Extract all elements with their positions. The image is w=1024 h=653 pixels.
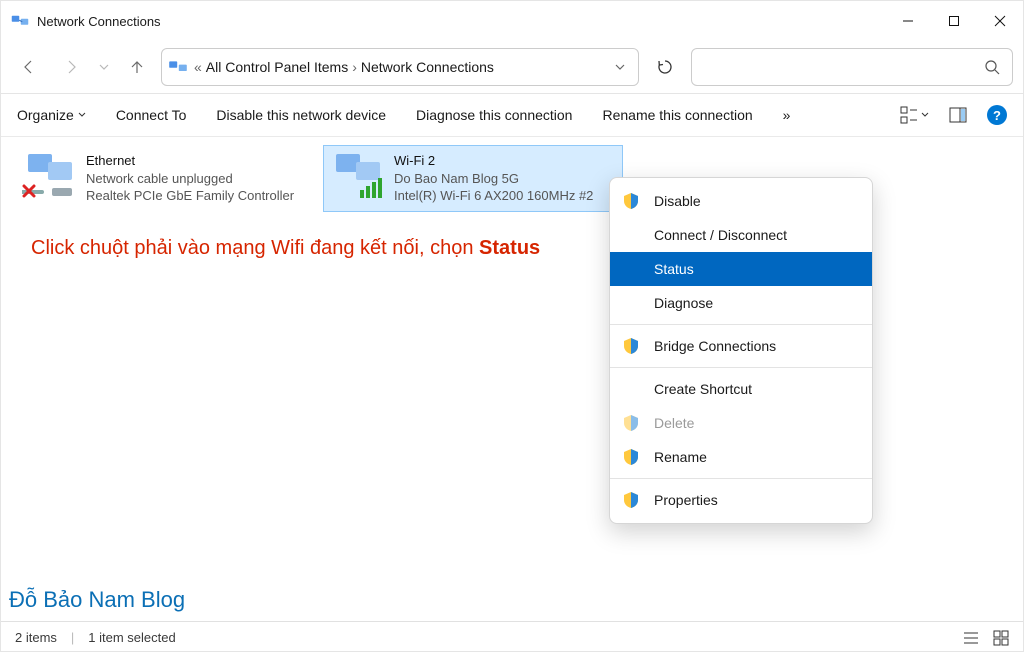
recent-locations-button[interactable]: [95, 62, 113, 72]
ctx-rename[interactable]: Rename: [610, 440, 872, 474]
ctx-diagnose[interactable]: Diagnose: [610, 286, 872, 320]
context-menu: Disable Connect / Disconnect Status Diag…: [609, 177, 873, 524]
status-selected-count: 1 item selected: [88, 630, 175, 645]
rename-connection-button[interactable]: Rename this connection: [602, 107, 752, 123]
instruction-annotation: Click chuột phải vào mạng Wifi đang kết …: [31, 237, 540, 260]
view-options-button[interactable]: [900, 106, 929, 124]
shield-icon: [622, 448, 640, 466]
chevron-down-icon: [921, 111, 929, 119]
ethernet-icon: [22, 152, 78, 200]
maximize-button[interactable]: [931, 1, 977, 41]
organize-menu[interactable]: Organize: [17, 107, 86, 123]
address-dropdown-button[interactable]: [602, 61, 638, 73]
adapter-status: Network cable unplugged: [86, 170, 294, 188]
adapter-status: Do Bao Nam Blog 5G: [394, 170, 593, 188]
addressbar-location-icon: [168, 59, 188, 75]
search-icon: [984, 59, 1000, 75]
adapter-ethernet[interactable]: Ethernet Network cable unplugged Realtek…: [15, 145, 315, 212]
close-button[interactable]: [977, 1, 1023, 41]
breadcrumb-overflow[interactable]: «: [194, 59, 202, 75]
ctx-disable[interactable]: Disable: [610, 184, 872, 218]
toolbar-overflow-button[interactable]: »: [783, 107, 790, 123]
address-bar[interactable]: « All Control Panel Items › Network Conn…: [161, 48, 639, 86]
window-title: Network Connections: [37, 14, 161, 29]
diagnose-connection-button[interactable]: Diagnose this connection: [416, 107, 572, 123]
status-item-count: 2 items: [15, 630, 57, 645]
adapter-device: Realtek PCIe GbE Family Controller: [86, 187, 294, 205]
chevron-down-icon: [78, 111, 86, 119]
shield-icon: [622, 414, 640, 432]
ctx-delete: Delete: [610, 406, 872, 440]
refresh-button[interactable]: [645, 48, 685, 86]
content-area: Ethernet Network cable unplugged Realtek…: [1, 137, 1023, 621]
up-button[interactable]: [119, 49, 155, 85]
title-bar: Network Connections: [1, 1, 1023, 41]
ctx-separator: [610, 367, 872, 368]
back-button[interactable]: [11, 49, 47, 85]
search-box[interactable]: [691, 48, 1013, 86]
preview-pane-button[interactable]: [949, 106, 967, 124]
adapter-device: Intel(R) Wi-Fi 6 AX200 160MHz #2: [394, 187, 593, 205]
adapter-name: Ethernet: [86, 152, 294, 170]
breadcrumb-item-network-connections[interactable]: Network Connections: [361, 59, 494, 75]
adapter-name: Wi-Fi 2: [394, 152, 593, 170]
nav-row: « All Control Panel Items › Network Conn…: [1, 41, 1023, 93]
shield-icon: [622, 192, 640, 210]
watermark-text: Đỗ Bảo Nam Blog: [9, 587, 185, 613]
ctx-properties[interactable]: Properties: [610, 483, 872, 517]
ctx-status[interactable]: Status: [610, 252, 872, 286]
shield-icon: [622, 491, 640, 509]
breadcrumb-separator-icon: ›: [352, 59, 357, 75]
wifi-icon: [330, 152, 386, 200]
tiles-view-button[interactable]: [993, 630, 1009, 646]
view-icon: [900, 106, 918, 124]
toolbar: Organize Connect To Disable this network…: [1, 93, 1023, 137]
ctx-connect-disconnect[interactable]: Connect / Disconnect: [610, 218, 872, 252]
minimize-button[interactable]: [885, 1, 931, 41]
breadcrumb-item-control-panel[interactable]: All Control Panel Items: [206, 59, 348, 75]
details-view-button[interactable]: [963, 630, 979, 646]
app-icon: [11, 12, 29, 30]
forward-button[interactable]: [53, 49, 89, 85]
connect-to-button[interactable]: Connect To: [116, 107, 187, 123]
status-bar: 2 items | 1 item selected: [1, 621, 1023, 653]
disable-device-button[interactable]: Disable this network device: [216, 107, 386, 123]
adapter-wifi[interactable]: Wi-Fi 2 Do Bao Nam Blog 5G Intel(R) Wi-F…: [323, 145, 623, 212]
ctx-bridge[interactable]: Bridge Connections: [610, 329, 872, 363]
ctx-separator: [610, 324, 872, 325]
shield-icon: [622, 337, 640, 355]
help-button[interactable]: ?: [987, 105, 1007, 125]
ctx-create-shortcut[interactable]: Create Shortcut: [610, 372, 872, 406]
ctx-separator: [610, 478, 872, 479]
